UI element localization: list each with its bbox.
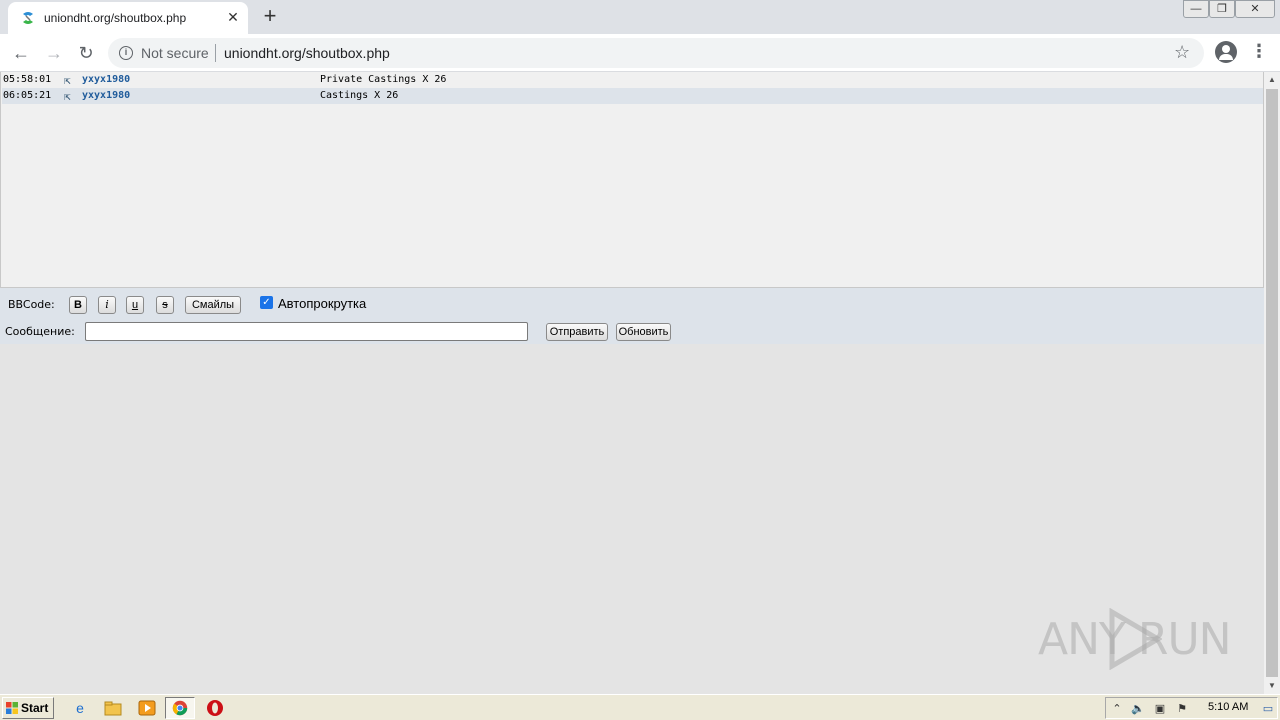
action-center-flag-icon[interactable]: ⚑: [1174, 701, 1190, 717]
volume-icon[interactable]: 🔈: [1130, 701, 1146, 717]
close-window-button[interactable]: ✕: [1235, 0, 1275, 18]
scroll-thumb[interactable]: [1266, 89, 1278, 677]
autoscroll-checkbox[interactable]: ✓: [260, 296, 273, 309]
message-row: 06:05:21 ⇱ yxyx1980 Castings X 26: [2, 88, 1263, 104]
address-separator: [215, 44, 216, 62]
anyrun-play-icon: [1109, 608, 1162, 670]
opera-icon[interactable]: [205, 698, 225, 718]
message-text: Castings X 26: [320, 90, 399, 101]
tab-close-icon[interactable]: ✕: [224, 8, 242, 26]
shoutbox-messages: 05:58:01 ⇱ yxyx1980 Private Castings X 2…: [0, 72, 1264, 288]
minimize-button[interactable]: —: [1183, 0, 1209, 18]
site-favicon-icon: [23, 12, 33, 24]
forward-arrow-icon[interactable]: →: [41, 40, 67, 66]
folder-icon[interactable]: [103, 698, 123, 718]
underline-button[interactable]: u: [126, 296, 144, 314]
message-username[interactable]: yxyx1980: [82, 72, 130, 88]
network-icon[interactable]: ▣: [1152, 701, 1168, 717]
maximize-button[interactable]: ❐: [1209, 0, 1235, 18]
start-label: Start: [21, 701, 49, 715]
message-input[interactable]: [85, 322, 528, 341]
profile-avatar-icon[interactable]: [1215, 41, 1237, 63]
windows-taskbar: Start e ⌃ 🔈 ▣ ⚑ 5:10 AM ▭: [0, 694, 1280, 720]
reply-arrow-icon[interactable]: ⇱: [64, 91, 75, 102]
autoscroll-label[interactable]: Автопрокрутка: [278, 296, 366, 311]
show-desktop-icon[interactable]: ▭: [1260, 701, 1276, 717]
message-row: 05:58:01 ⇱ yxyx1980 Private Castings X 2…: [2, 72, 1263, 88]
shoutbox-form: BBCode: B i u s Смайлы ✓ Автопрокрутка С…: [0, 288, 1264, 344]
windows-logo-icon: [6, 702, 18, 714]
strikethrough-button[interactable]: s: [156, 296, 174, 314]
clock[interactable]: 5:10 AM: [1208, 701, 1248, 713]
tray-expand-icon[interactable]: ⌃: [1109, 701, 1125, 717]
system-tray: ⌃ 🔈 ▣ ⚑ 5:10 AM ▭: [1105, 697, 1278, 719]
scroll-up-icon[interactable]: ▲: [1264, 72, 1280, 88]
reload-icon[interactable]: ↻: [73, 40, 99, 66]
message-username[interactable]: yxyx1980: [82, 88, 130, 104]
bookmark-star-icon[interactable]: ☆: [1174, 42, 1190, 63]
page-scrollbar[interactable]: ▲ ▼: [1264, 72, 1280, 694]
refresh-button[interactable]: Обновить: [616, 323, 671, 341]
page-content: 05:58:01 ⇱ yxyx1980 Private Castings X 2…: [0, 72, 1264, 694]
smiles-button[interactable]: Смайлы: [185, 296, 241, 314]
bold-button[interactable]: B: [69, 296, 87, 314]
message-time: 06:05:21: [3, 90, 52, 101]
browser-tab[interactable]: uniondht.org/shoutbox.php ✕: [8, 2, 248, 34]
start-button[interactable]: Start: [2, 697, 54, 719]
bbcode-label: BBCode:: [8, 298, 55, 311]
tab-title: uniondht.org/shoutbox.php: [44, 11, 187, 25]
internet-explorer-icon[interactable]: e: [70, 698, 90, 718]
reply-arrow-icon[interactable]: ⇱: [64, 75, 75, 86]
message-label: Сообщение:: [5, 325, 75, 338]
back-arrow-icon[interactable]: ←: [8, 40, 34, 66]
tab-strip: uniondht.org/shoutbox.php ✕ + — ❐ ✕: [0, 0, 1280, 34]
browser-toolbar: ← → ↻ i Not secure uniondht.org/shoutbox…: [0, 34, 1280, 72]
browser-menu-icon[interactable]: ⋮: [1250, 40, 1268, 64]
send-button[interactable]: Отправить: [546, 323, 608, 341]
chrome-icon: [172, 700, 188, 716]
chrome-taskbar-button[interactable]: [165, 697, 195, 719]
italic-button[interactable]: i: [98, 296, 116, 314]
message-time: 05:58:01: [3, 74, 52, 85]
address-bar[interactable]: i Not secure uniondht.org/shoutbox.php ☆: [108, 38, 1204, 68]
media-player-icon[interactable]: [137, 698, 157, 718]
message-text: Private Castings X 26: [320, 74, 447, 85]
security-status[interactable]: Not secure: [141, 45, 209, 61]
url-text[interactable]: uniondht.org/shoutbox.php: [224, 45, 390, 61]
scroll-down-icon[interactable]: ▼: [1264, 678, 1280, 694]
new-tab-button[interactable]: +: [258, 4, 282, 28]
info-icon[interactable]: i: [119, 46, 133, 60]
